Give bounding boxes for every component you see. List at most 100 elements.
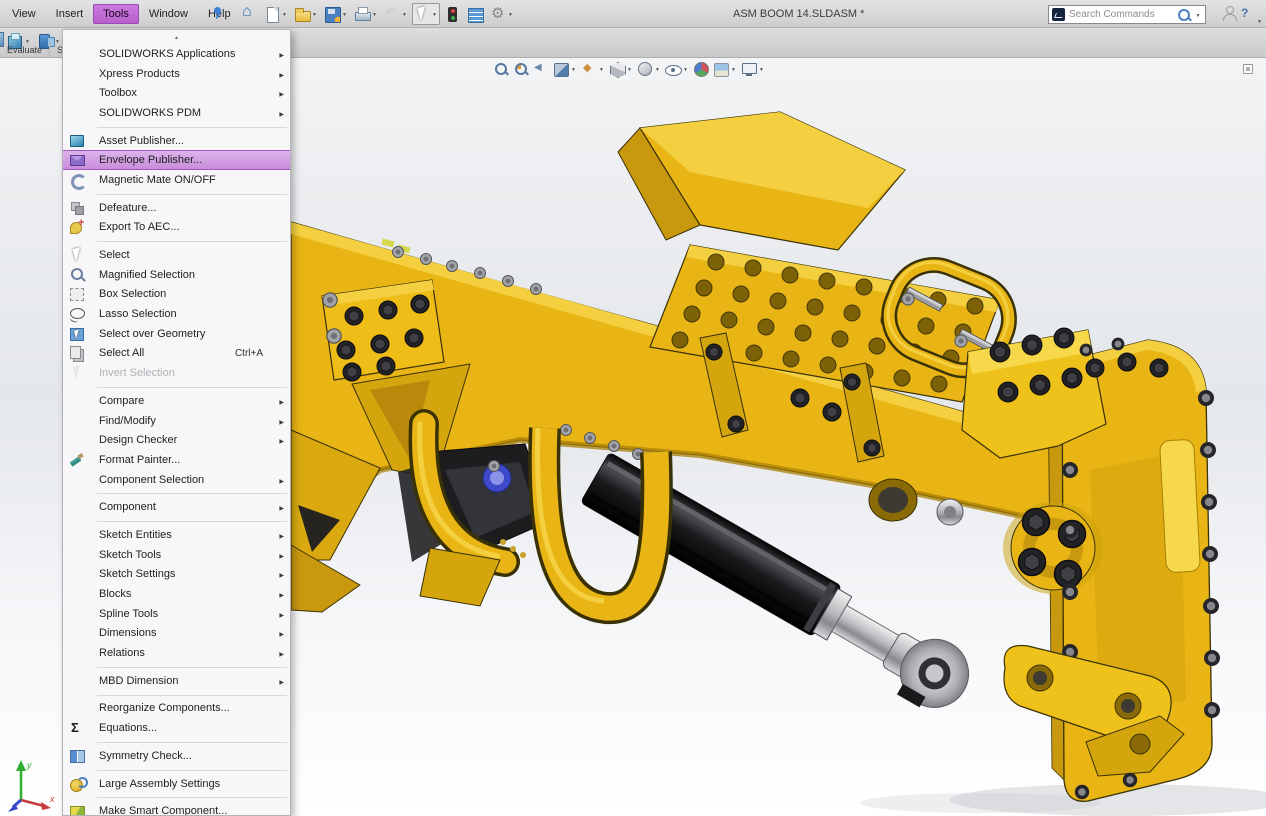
menu-window[interactable]: Window (139, 4, 198, 24)
menu-item-equations[interactable]: Equations... (63, 718, 290, 738)
pin-toolbar-icon[interactable] (210, 5, 227, 22)
submenu-arrow-icon (275, 608, 284, 620)
menu-item-magnetic-mate-on-off[interactable]: Magnetic Mate ON/OFF (63, 170, 290, 190)
menu-item-blocks[interactable]: Blocks (63, 584, 290, 604)
submenu-arrow-icon (275, 675, 284, 687)
menu-item-mbd-dimension[interactable]: MBD Dimension (63, 671, 290, 691)
dropdown-caret-icon[interactable] (598, 60, 605, 78)
dropdown-caret-icon[interactable] (401, 5, 408, 23)
search-icon[interactable] (1177, 8, 1191, 22)
menu-item-xpress-products[interactable]: Xpress Products (63, 64, 290, 84)
dropdown-caret-icon[interactable] (431, 5, 438, 23)
assembly-visualization-button[interactable] (465, 4, 486, 25)
search-dropdown-caret-icon[interactable] (1194, 6, 1202, 24)
view-orientation-button[interactable] (608, 60, 634, 78)
help-button[interactable]: ? (1241, 6, 1248, 20)
menu-item-defeature[interactable]: Defeature... (63, 198, 290, 218)
dynamic-annotation-views-button[interactable] (580, 60, 606, 78)
new-document-button[interactable] (262, 3, 290, 25)
help-dropdown-caret-icon[interactable] (1257, 10, 1262, 28)
dropdown-caret-icon[interactable] (281, 5, 288, 23)
options-button[interactable] (488, 3, 516, 25)
menu-item-lasso-selection[interactable]: Lasso Selection (63, 304, 290, 324)
menu-item-relations[interactable]: Relations (63, 643, 290, 663)
menu-item-component-selection[interactable]: Component Selection (63, 470, 290, 490)
menu-insert[interactable]: Insert (46, 4, 94, 24)
dropdown-caret-icon[interactable] (507, 5, 514, 23)
menu-item-select-over-geometry[interactable]: Select over Geometry (63, 324, 290, 344)
dropdown-caret-icon[interactable] (682, 60, 689, 78)
view-settings-button[interactable] (740, 60, 766, 78)
dropdown-caret-icon[interactable] (371, 5, 378, 23)
submenu-arrow-icon (275, 454, 284, 466)
menu-item-large-assembly-settings[interactable]: Large Assembly Settings (63, 774, 290, 794)
save-button[interactable] (322, 3, 350, 25)
menu-item-symmetry-check[interactable]: Symmetry Check... (63, 746, 290, 766)
menu-item-select[interactable]: Select (63, 245, 290, 265)
section-view-button[interactable] (552, 60, 578, 78)
submenu-arrow-icon (275, 501, 284, 513)
dropdown-caret-icon[interactable] (758, 60, 765, 78)
menu-item-spline-tools[interactable]: Spline Tools (63, 604, 290, 624)
menu-item-separator (63, 489, 290, 497)
submenu-arrow-icon (275, 154, 284, 166)
previous-view-button[interactable] (532, 61, 550, 77)
open-button[interactable] (292, 3, 320, 25)
submenu-arrow-icon (275, 778, 284, 790)
undo-icon (384, 6, 401, 23)
menu-items: ViewInsertToolsWindowHelp (2, 0, 241, 28)
hide-show-items-button[interactable] (664, 60, 690, 78)
zoom-to-area-button[interactable] (512, 61, 530, 77)
display-style-button[interactable] (636, 60, 662, 78)
menu-item-asset-publisher[interactable]: Asset Publisher... (63, 131, 290, 151)
menu-item-export-to-aec[interactable]: Export To AEC... (63, 218, 290, 238)
home-button[interactable] (239, 4, 260, 25)
menu-item-find-modify[interactable]: Find/Modify (63, 411, 290, 431)
dropdown-caret-icon[interactable] (570, 60, 577, 78)
menu-item-envelope-publisher[interactable]: Envelope Publisher... (63, 150, 290, 170)
menu-item-solidworks-pdm[interactable]: SOLIDWORKS PDM (63, 103, 290, 123)
menu-item-toolbox[interactable]: Toolbox (63, 83, 290, 103)
menu-item-solidworks-applications[interactable]: SOLIDWORKS Applications (63, 44, 290, 64)
dropdown-caret-icon[interactable] (730, 60, 737, 78)
menu-item-sketch-entities[interactable]: Sketch Entities (63, 525, 290, 545)
dropdown-caret-icon[interactable] (311, 5, 318, 23)
menu-item-sketch-tools[interactable]: Sketch Tools (63, 545, 290, 565)
user-account-icon[interactable] (1222, 6, 1237, 21)
menu-item-compare[interactable]: Compare (63, 391, 290, 411)
menu-item-box-selection[interactable]: Box Selection (63, 285, 290, 305)
edit-appearance-button[interactable] (692, 61, 710, 77)
menu-item-design-checker[interactable]: Design Checker (63, 430, 290, 450)
menu-item-component[interactable]: Component (63, 497, 290, 517)
dropdown-caret-icon[interactable] (341, 5, 348, 23)
menu-item-format-painter[interactable]: Format Painter... (63, 450, 290, 470)
menu-item-make-smart-component[interactable]: Make Smart Component... (63, 801, 290, 816)
menu-item-reorganize-components[interactable]: Reorganize Components... (63, 699, 290, 719)
submenu-arrow-icon (275, 395, 284, 407)
submenu-arrow-icon (275, 529, 284, 541)
submenu-arrow-icon (275, 68, 284, 80)
tab-evaluate[interactable]: Evaluate (0, 42, 50, 58)
submenu-arrow-icon (275, 269, 284, 281)
print-button[interactable] (352, 3, 380, 25)
performance-evaluation-button[interactable] (442, 4, 463, 25)
submenu-arrow-icon (275, 48, 284, 60)
menu-item-magnified-selection[interactable]: Magnified Selection (63, 265, 290, 285)
menu-item-dimensions[interactable]: Dimensions (63, 624, 290, 644)
invert-selection-icon (69, 365, 86, 381)
apply-scene-button[interactable] (712, 60, 738, 78)
zoom-to-fit-button[interactable] (492, 61, 510, 77)
menu-item-separator (63, 383, 290, 391)
menu-item-separator (63, 517, 290, 525)
search-input[interactable] (1069, 9, 1174, 20)
zoom-to-area-icon (513, 61, 529, 77)
search-box[interactable] (1048, 5, 1206, 24)
menu-tools[interactable]: Tools (93, 4, 139, 24)
dropdown-caret-icon[interactable] (626, 60, 633, 78)
select-button[interactable] (412, 3, 440, 25)
menu-item-select-all[interactable]: Select All Ctrl+A (63, 344, 290, 364)
viewport-restore-icon[interactable] (1243, 64, 1253, 74)
menu-item-sketch-settings[interactable]: Sketch Settings (63, 565, 290, 585)
dropdown-caret-icon[interactable] (654, 60, 661, 78)
menu-view[interactable]: View (2, 4, 46, 24)
